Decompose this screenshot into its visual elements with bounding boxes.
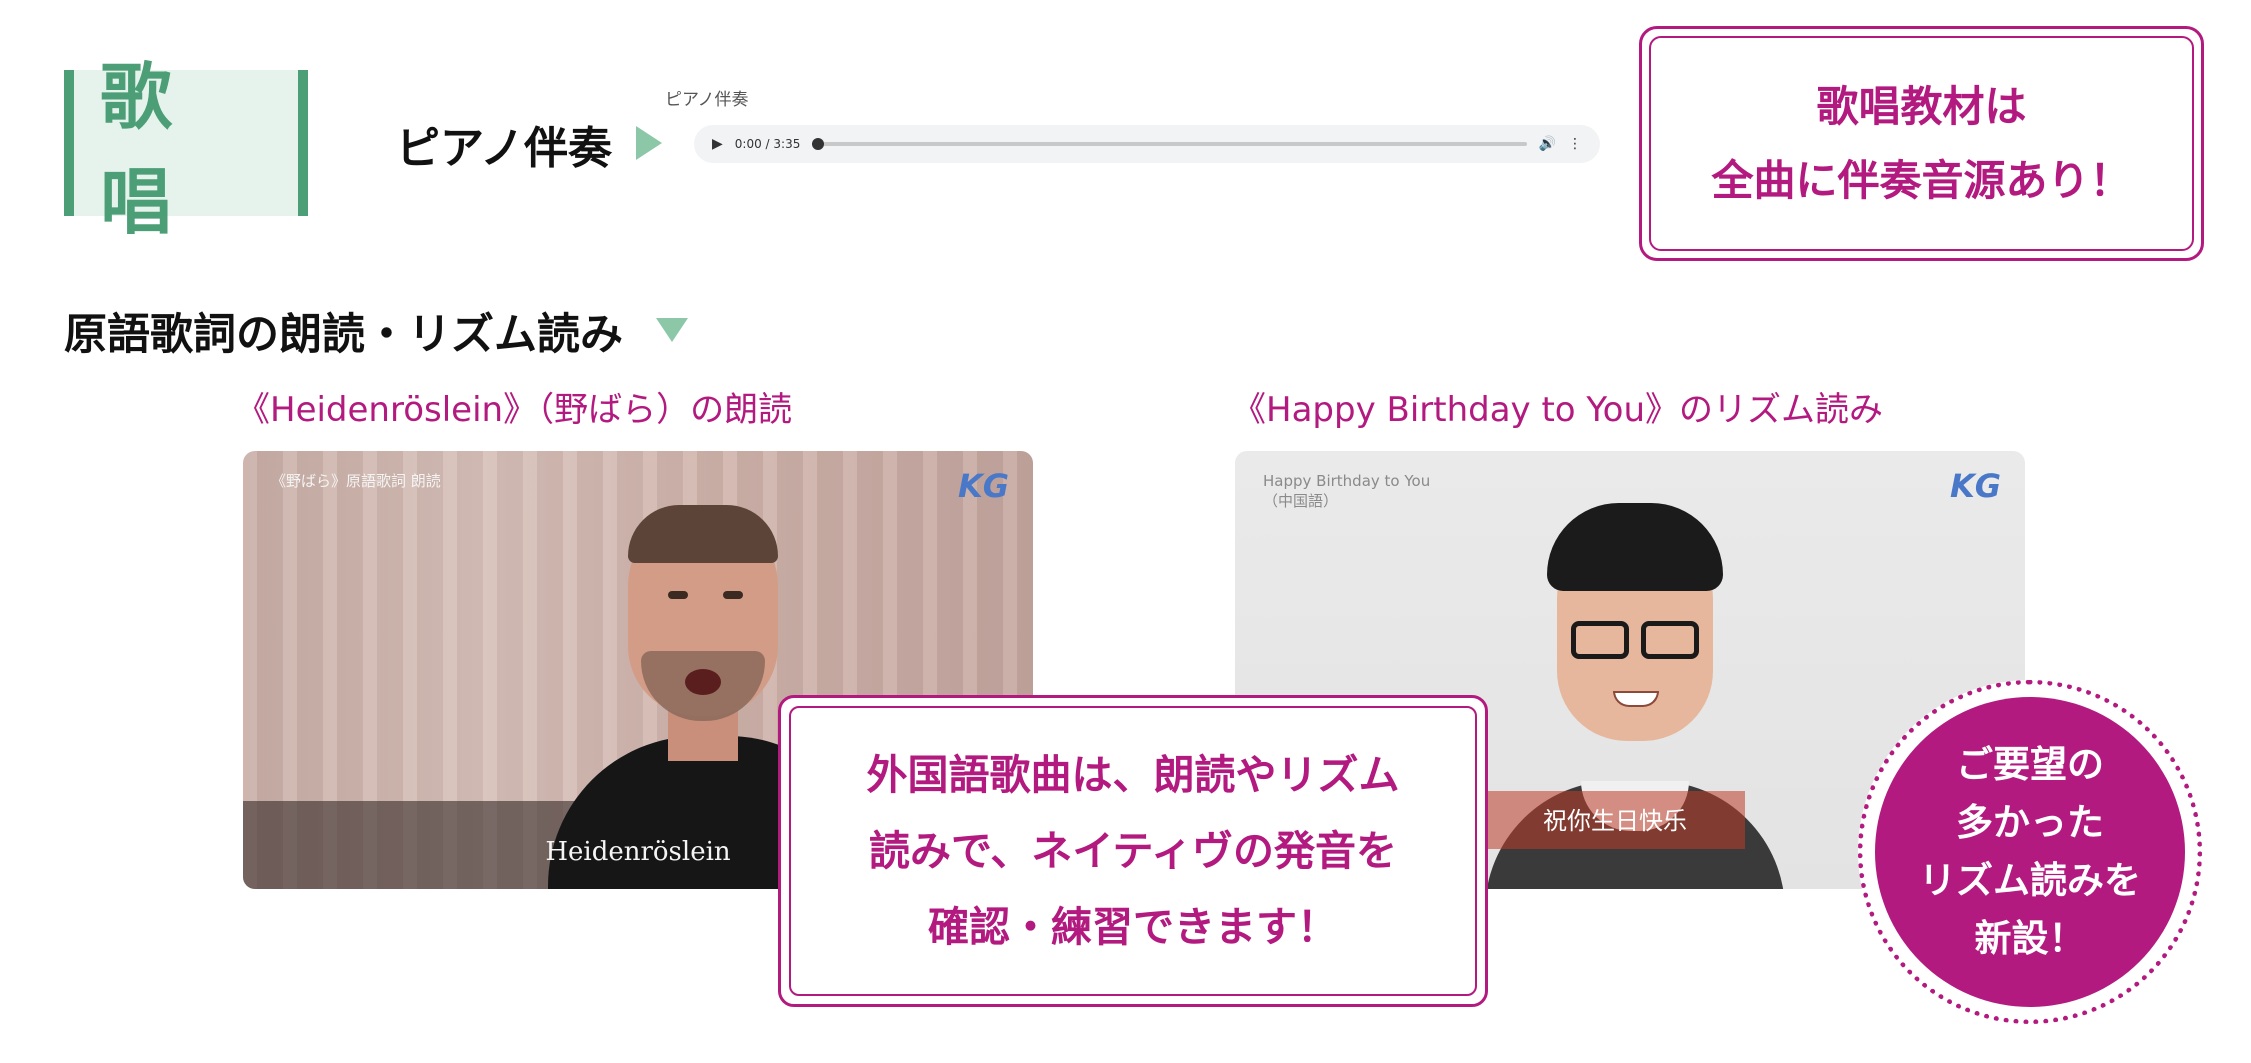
triangle-down-icon — [656, 318, 688, 342]
callout-line: 歌唱教材は — [1816, 81, 2027, 131]
overlay-line: Happy Birthday to You — [1263, 472, 1431, 490]
callout-line: 読みで、ネイティヴの発音を — [868, 827, 1398, 875]
callout-line: 全曲に伴奏音源あり！ — [1711, 155, 2132, 205]
audio-player[interactable]: ▶ 0:00 / 3:35 🔊 ⋮ — [694, 125, 1600, 163]
video-caption-left: 《Heidenröslein》（野ばら）の朗読 — [236, 390, 793, 430]
video-overlay-title: 《野ばら》原語歌詞 朗読 — [271, 472, 441, 490]
callout-line: 確認・練習できます！ — [928, 903, 1338, 951]
audio-progress-knob[interactable] — [812, 138, 825, 150]
badge-line: リズム読みを — [1919, 859, 2141, 902]
video-caption-right: 《Happy Birthday to You》のリズム読み — [1232, 390, 1884, 430]
audio-caption: ピアノ伴奏 — [665, 90, 749, 110]
section-badge-label: 歌 唱 — [100, 55, 199, 244]
new-feature-badge: ご要望の 多かった リズム読みを 新設！ — [1858, 680, 2202, 1024]
section-heading: 原語歌詞の朗読・リズム読み — [64, 310, 623, 360]
section-badge-singing: 歌 唱 — [64, 55, 308, 244]
video-subtitle: 祝你生日快乐 — [1543, 807, 1687, 835]
overlay-line: （中国語） — [1263, 492, 1339, 510]
badge-line: ご要望の — [1956, 743, 2104, 786]
badge-line: 多かった — [1956, 801, 2104, 844]
badge-line: 新設！ — [1974, 917, 2086, 960]
callout-foreign-songs: 外国語歌曲は、朗読やリズム 読みで、ネイティヴの発音を 確認・練習できます！ — [778, 695, 1488, 1007]
more-icon[interactable]: ⋮ — [1568, 136, 1582, 152]
triangle-right-icon — [636, 126, 662, 160]
volume-icon[interactable]: 🔊 — [1539, 136, 1556, 152]
video-overlay-title: Happy Birthday to You （中国語） — [1263, 471, 1430, 511]
kg-logo: KG — [1949, 467, 2001, 505]
callout-line: 外国語歌曲は、朗読やリズム — [866, 751, 1400, 799]
audio-time: 0:00 / 3:35 — [734, 137, 801, 151]
play-icon[interactable]: ▶ — [712, 136, 723, 152]
callout-accompaniment: 歌唱教材は 全曲に伴奏音源あり！ — [1639, 26, 2204, 261]
kg-logo: KG — [957, 467, 1009, 505]
piano-accompaniment-label: ピアノ伴奏 — [396, 123, 613, 174]
audio-progress-track[interactable] — [812, 138, 1527, 150]
